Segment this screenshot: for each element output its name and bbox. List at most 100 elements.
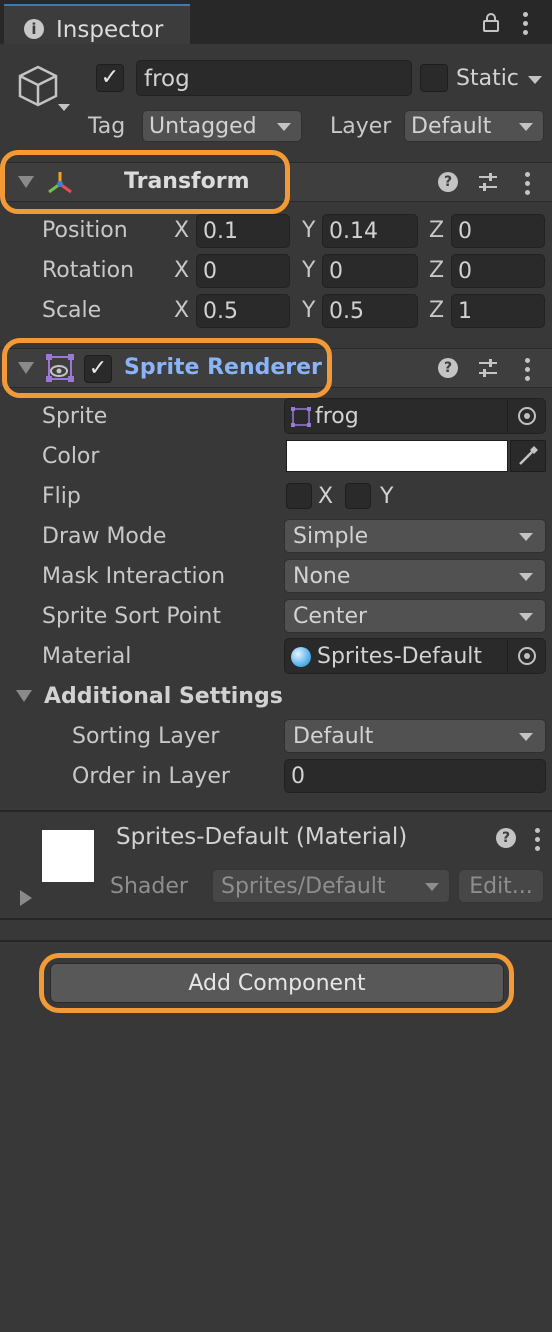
sprite-asset-icon [291, 407, 311, 427]
edit-shader-button: Edit... [458, 869, 544, 903]
scale-x-field[interactable]: 0.5 [196, 294, 290, 328]
material-label: Material [42, 644, 132, 669]
axis-y-label[interactable]: Y [302, 300, 315, 322]
sprite-value: frog [315, 404, 359, 429]
divider [0, 918, 552, 920]
sprite-sort-point-value: Center [293, 604, 368, 629]
object-picker-icon[interactable] [507, 639, 547, 673]
value-text: 0.14 [329, 219, 378, 244]
color-swatch[interactable] [286, 440, 508, 472]
material-sphere-icon [291, 647, 311, 667]
flip-label: Flip [42, 484, 81, 509]
eyedropper-icon[interactable] [510, 440, 546, 472]
component-menu-icon[interactable] [525, 358, 531, 385]
presets-icon[interactable] [477, 357, 499, 379]
add-component-highlight [39, 953, 514, 1013]
draw-mode-label: Draw Mode [42, 524, 167, 549]
help-icon[interactable]: ? [438, 358, 458, 378]
material-panel-title: Sprites-Default (Material) [116, 824, 408, 850]
color-label: Color [42, 444, 100, 469]
chevron-down-icon [519, 733, 533, 741]
position-x-field[interactable]: 0.1 [196, 214, 290, 248]
rotation-label: Rotation [42, 258, 135, 283]
position-z-field[interactable]: 0 [451, 214, 545, 248]
chevron-down-icon [519, 533, 533, 541]
sorting-layer-value: Default [293, 724, 374, 749]
foldout-arrow-icon[interactable] [16, 690, 32, 702]
object-picker-icon[interactable] [507, 399, 547, 433]
material-preview [42, 830, 94, 882]
tag-dropdown[interactable]: Untagged [142, 110, 302, 142]
position-label: Position [42, 218, 128, 243]
static-dropdown-icon[interactable] [528, 76, 542, 84]
value-text: 0.5 [203, 299, 238, 324]
flip-y-checkbox[interactable] [345, 483, 371, 509]
shader-dropdown: Sprites/Default [212, 869, 450, 903]
value-text: 0 [203, 259, 217, 284]
mask-interaction-label: Mask Interaction [42, 564, 226, 589]
axis-x-label[interactable]: X [174, 300, 189, 322]
draw-mode-dropdown[interactable]: Simple [284, 519, 546, 553]
sprite-sort-point-dropdown[interactable]: Center [284, 599, 546, 633]
layer-label: Layer [330, 114, 392, 139]
divider [0, 810, 552, 812]
order-in-layer-field[interactable]: 0 [284, 759, 546, 793]
value-text: 0.1 [203, 219, 238, 244]
tab-menu-icon[interactable] [523, 12, 529, 39]
rotation-y-field[interactable]: 0 [322, 254, 418, 288]
material-foldout-icon[interactable] [20, 890, 32, 906]
scale-label: Scale [42, 298, 102, 323]
sprite-object-field[interactable]: frog [284, 398, 546, 434]
chevron-down-icon [519, 613, 533, 621]
transform-highlight [0, 150, 290, 214]
tab-title: Inspector [56, 17, 164, 43]
chevron-down-icon [425, 883, 439, 891]
transform-rows: Position X 0.1 Y 0.14 Z 0 Rotation X 0 Y… [0, 212, 552, 332]
chevron-down-icon [519, 123, 533, 131]
axis-y-label[interactable]: Y [302, 220, 315, 242]
axis-x-label[interactable]: X [174, 260, 189, 282]
active-checkbox[interactable]: ✓ [96, 64, 124, 92]
axis-y-label[interactable]: Y [302, 260, 315, 282]
tag-value: Untagged [149, 114, 257, 139]
object-name-text: frog [144, 66, 190, 92]
layer-dropdown[interactable]: Default [404, 110, 544, 142]
component-menu-icon[interactable] [525, 172, 531, 199]
object-name-field[interactable]: frog [136, 60, 412, 96]
chevron-down-icon [519, 573, 533, 581]
value-text: 0.5 [329, 299, 364, 324]
presets-icon[interactable] [477, 171, 499, 193]
material-object-field[interactable]: Sprites-Default [284, 638, 546, 674]
flip-x-label: X [318, 484, 334, 509]
info-icon: i [24, 19, 44, 39]
rotation-x-field[interactable]: 0 [196, 254, 290, 288]
value-text: 1 [458, 299, 472, 324]
order-in-layer-value: 0 [291, 764, 305, 789]
sorting-layer-dropdown[interactable]: Default [284, 719, 546, 753]
additional-settings-title[interactable]: Additional Settings [44, 686, 283, 708]
scale-z-field[interactable]: 1 [451, 294, 545, 328]
static-checkbox[interactable] [420, 64, 448, 92]
axis-z-label[interactable]: Z [429, 260, 444, 282]
tag-label: Tag [88, 114, 126, 139]
static-label[interactable]: Static [456, 68, 519, 90]
flip-x-checkbox[interactable] [286, 483, 312, 509]
lock-icon[interactable] [482, 12, 500, 32]
help-icon[interactable]: ? [438, 172, 458, 192]
axis-z-label[interactable]: Z [429, 300, 444, 322]
mask-interaction-dropdown[interactable]: None [284, 559, 546, 593]
sprite-sort-point-label: Sprite Sort Point [42, 604, 221, 629]
gameobject-icon [16, 64, 74, 116]
rotation-z-field[interactable]: 0 [451, 254, 545, 288]
help-icon[interactable]: ? [496, 828, 516, 848]
tab-inspector[interactable]: i Inspector [4, 4, 190, 44]
axis-z-label[interactable]: Z [429, 220, 444, 242]
axis-x-label[interactable]: X [174, 220, 189, 242]
draw-mode-value: Simple [293, 524, 369, 549]
position-y-field[interactable]: 0.14 [322, 214, 418, 248]
material-menu-icon[interactable] [535, 828, 541, 855]
scale-y-field[interactable]: 0.5 [322, 294, 418, 328]
chevron-down-icon [277, 123, 291, 131]
shader-label: Shader [110, 874, 188, 899]
check-icon: ✓ [100, 65, 120, 90]
